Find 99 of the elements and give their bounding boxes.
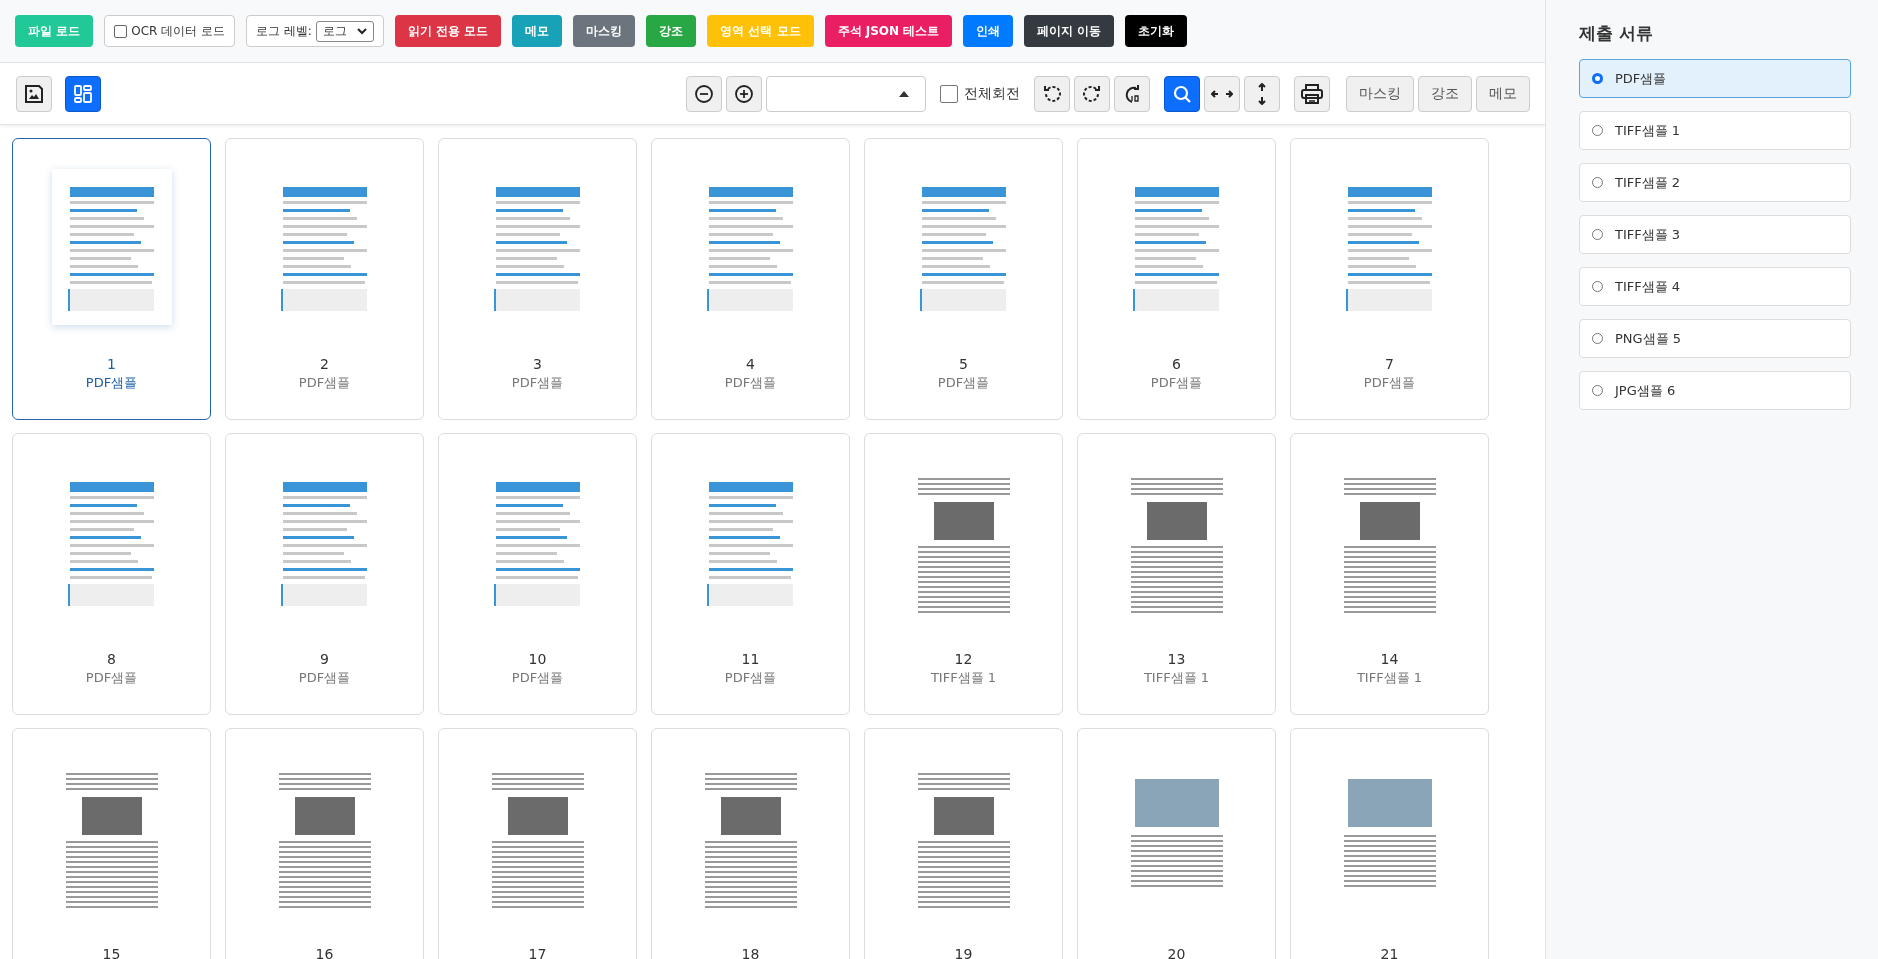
vertical-arrows-icon: [1255, 82, 1269, 105]
toolbar-button[interactable]: 초기화: [1125, 15, 1188, 47]
page-number: 21: [1380, 945, 1399, 959]
page-thumbnail-card[interactable]: 2 PDF샘플: [225, 138, 424, 420]
page-number: 8: [107, 650, 116, 669]
page-thumbnail-card[interactable]: 4 PDF샘플: [651, 138, 850, 420]
toolbar-button[interactable]: 인쇄: [963, 15, 1014, 47]
page-thumbnail-card[interactable]: 21: [1290, 728, 1489, 959]
page-document-name: PDF샘플: [1363, 374, 1416, 392]
page-document-name: PDF샘플: [724, 669, 777, 687]
page-thumbnail-card[interactable]: 11 PDF샘플: [651, 433, 850, 715]
page-document-name: PDF샘플: [724, 374, 777, 392]
document-radio-item[interactable]: JPG샘플 6: [1579, 371, 1851, 410]
rotate-all-checkbox[interactable]: 전체회전: [940, 84, 1020, 103]
page-thumbnail-card[interactable]: 6 PDF샘플: [1077, 138, 1276, 420]
page-thumbnail-card[interactable]: 14 TIFF샘플 1: [1290, 433, 1489, 715]
page-thumbnail-card[interactable]: 18: [651, 728, 850, 959]
save-image-icon: [24, 83, 44, 104]
page-number: 2: [320, 355, 329, 374]
page-thumbnail-card[interactable]: 10 PDF샘플: [438, 433, 637, 715]
document-radio-item[interactable]: PNG샘플 5: [1579, 319, 1851, 358]
page-number: 17: [528, 945, 547, 959]
document-radio-item[interactable]: TIFF샘플 2: [1579, 163, 1851, 202]
page-thumbnail-card[interactable]: 12 TIFF샘플 1: [864, 433, 1063, 715]
page-number: 1: [107, 355, 116, 374]
annotation-button[interactable]: 메모: [1476, 75, 1530, 112]
document-radio-item[interactable]: PDF샘플: [1579, 59, 1851, 98]
log-level-select[interactable]: 로그: [315, 20, 374, 42]
page-thumbnail-card[interactable]: 1 PDF샘플: [12, 138, 211, 420]
rotate-right-button[interactable]: [1074, 75, 1110, 112]
zoom-out-icon: [694, 83, 714, 104]
page-thumbnail-card[interactable]: 3 PDF샘플: [438, 138, 637, 420]
page-thumbnail-card[interactable]: 8 PDF샘플: [12, 433, 211, 715]
print-button[interactable]: [1294, 75, 1330, 112]
toolbar-button[interactable]: 읽기 전용 모드: [394, 15, 502, 47]
save-image-button[interactable]: [16, 75, 52, 112]
page-document-name: PDF샘플: [298, 374, 351, 392]
fit-height-button[interactable]: [1244, 75, 1280, 112]
page-thumbnail-card[interactable]: 5 PDF샘플: [864, 138, 1063, 420]
search-icon: [1172, 83, 1192, 104]
page-thumbnail-card[interactable]: 9 PDF샘플: [225, 433, 424, 715]
page-thumbnail-card[interactable]: 17: [438, 728, 637, 959]
page-number: 11: [741, 650, 760, 669]
page-document-name: PDF샘플: [511, 669, 564, 687]
page-document-name: PDF샘플: [298, 669, 351, 687]
rotate-left-icon: [1042, 83, 1062, 104]
page-thumbnail-card[interactable]: 13 TIFF샘플 1: [1077, 433, 1276, 715]
page-number: 18: [741, 945, 760, 959]
page-number: 14: [1380, 650, 1399, 669]
toolbar-button[interactable]: 페이지 이동: [1024, 15, 1115, 47]
page-number: 3: [533, 355, 542, 374]
thumbnail-grid-icon: [73, 83, 93, 104]
page-thumbnail-card[interactable]: 15: [12, 728, 211, 959]
page-number: 13: [1167, 650, 1186, 669]
page-number: 4: [746, 355, 755, 374]
page-number: 16: [315, 945, 334, 959]
page-document-name: PDF샘플: [85, 374, 138, 392]
page-number: 7: [1385, 355, 1394, 374]
toolbar-button[interactable]: 주석 JSON 테스트: [824, 15, 953, 47]
toolbar-button[interactable]: 마스킹: [573, 15, 636, 47]
document-radio-item[interactable]: TIFF샘플 1: [1579, 111, 1851, 150]
sidebar-title: 제출 서류: [1579, 22, 1654, 45]
rotate-180-button[interactable]: [1114, 75, 1150, 112]
zoom-out-button[interactable]: [686, 75, 722, 112]
page-number: 12: [954, 650, 973, 669]
page-document-name: TIFF샘플 1: [1143, 669, 1210, 687]
annotation-button[interactable]: 강조: [1418, 75, 1472, 112]
page-number: 5: [959, 355, 968, 374]
page-number: 15: [102, 945, 121, 959]
page-document-name: PDF샘플: [511, 374, 564, 392]
dropdown-caret-icon: [356, 27, 367, 35]
page-number: 10: [528, 650, 547, 669]
rotate-right-icon: [1082, 83, 1102, 104]
fit-width-button[interactable]: [1204, 75, 1240, 112]
page-thumbnail-card[interactable]: 20: [1077, 728, 1276, 959]
print-icon: [1301, 83, 1323, 104]
rotate-left-button[interactable]: [1034, 75, 1070, 112]
ocr-checkbox[interactable]: OCR 데이터 로드: [104, 15, 235, 47]
page-number: 19: [954, 945, 973, 959]
page-number: 9: [320, 650, 329, 669]
page-number: 6: [1172, 355, 1181, 374]
thumbnails-button[interactable]: [65, 75, 101, 112]
document-radio-item[interactable]: TIFF샘플 3: [1579, 215, 1851, 254]
annotation-button[interactable]: 마스킹: [1346, 75, 1414, 112]
page-document-name: PDF샘플: [937, 374, 990, 392]
page-document-name: PDF샘플: [85, 669, 138, 687]
page-thumbnail-card[interactable]: 16: [225, 728, 424, 959]
page-thumbnail-card[interactable]: 7 PDF샘플: [1290, 138, 1489, 420]
page-thumbnail-card[interactable]: 19: [864, 728, 1063, 959]
zoom-in-button[interactable]: [726, 75, 762, 112]
search-button[interactable]: [1164, 75, 1200, 112]
document-radio-item[interactable]: TIFF샘플 4: [1579, 267, 1851, 306]
page-document-name: PDF샘플: [1150, 374, 1203, 392]
caret-up-icon: [899, 90, 909, 97]
zoom-in-icon: [734, 83, 754, 104]
log-level-label: 로그 레벨:: [256, 22, 312, 40]
page-number: 20: [1167, 945, 1186, 959]
page-document-name: TIFF샘플 1: [930, 669, 997, 687]
page-document-name: TIFF샘플 1: [1356, 669, 1423, 687]
